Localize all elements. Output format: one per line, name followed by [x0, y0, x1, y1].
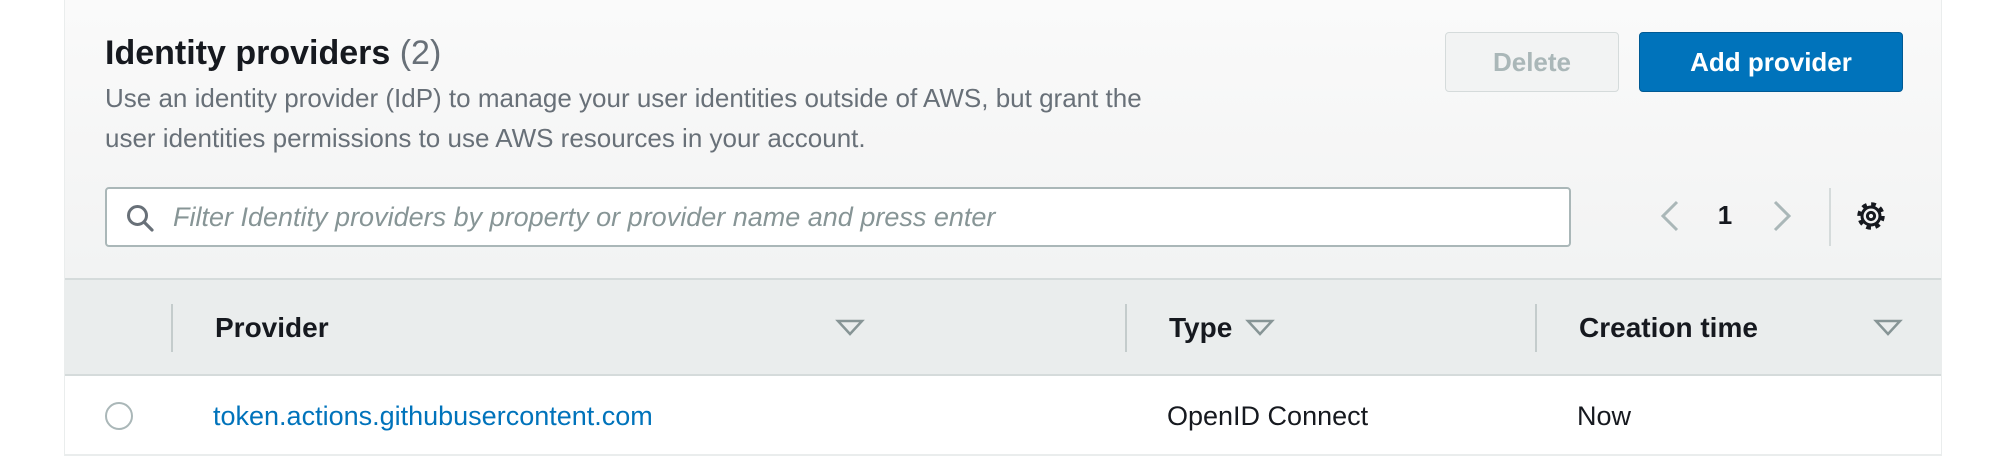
pager-divider [1829, 188, 1831, 246]
provider-count: (2) [399, 34, 442, 72]
row-select-radio[interactable] [105, 402, 133, 430]
chevron-left-icon[interactable] [1655, 196, 1685, 236]
identity-providers-panel: Identity providers (2) Use an identity p… [64, 0, 1942, 456]
table-header: Provider Type Creation time [65, 278, 1941, 376]
table-row: token.actions.githubusercontent.com Open… [65, 376, 1941, 456]
column-separator[interactable] [1535, 304, 1537, 352]
column-separator[interactable] [1125, 304, 1127, 352]
delete-button[interactable]: Delete [1445, 32, 1619, 92]
gear-icon[interactable] [1853, 198, 1889, 234]
filter-input[interactable] [173, 197, 1553, 237]
column-header-type[interactable]: Type [1169, 312, 1232, 344]
search-icon [127, 205, 154, 232]
provider-link[interactable]: token.actions.githubusercontent.com [213, 401, 653, 432]
caret-down-icon[interactable] [1245, 318, 1275, 338]
description-line-2: user identities permissions to use AWS r… [105, 123, 866, 153]
caret-down-icon[interactable] [835, 318, 865, 338]
filter-search-box[interactable] [105, 187, 1571, 247]
provider-type: OpenID Connect [1167, 401, 1369, 431]
column-header-creation-time[interactable]: Creation time [1579, 312, 1758, 344]
page-title: Identity providers (2) [105, 34, 441, 73]
creation-time: Now [1577, 401, 1632, 431]
current-page-number[interactable]: 1 [1705, 200, 1745, 231]
add-provider-button[interactable]: Add provider [1639, 32, 1903, 92]
description-line-1: Use an identity provider (IdP) to manage… [105, 83, 1142, 113]
chevron-right-icon[interactable] [1767, 196, 1797, 236]
caret-down-icon[interactable] [1873, 318, 1903, 338]
panel-description: Use an identity provider (IdP) to manage… [105, 78, 1305, 158]
column-separator [171, 304, 173, 352]
title-text: Identity providers [105, 34, 391, 72]
column-header-provider[interactable]: Provider [215, 312, 329, 344]
